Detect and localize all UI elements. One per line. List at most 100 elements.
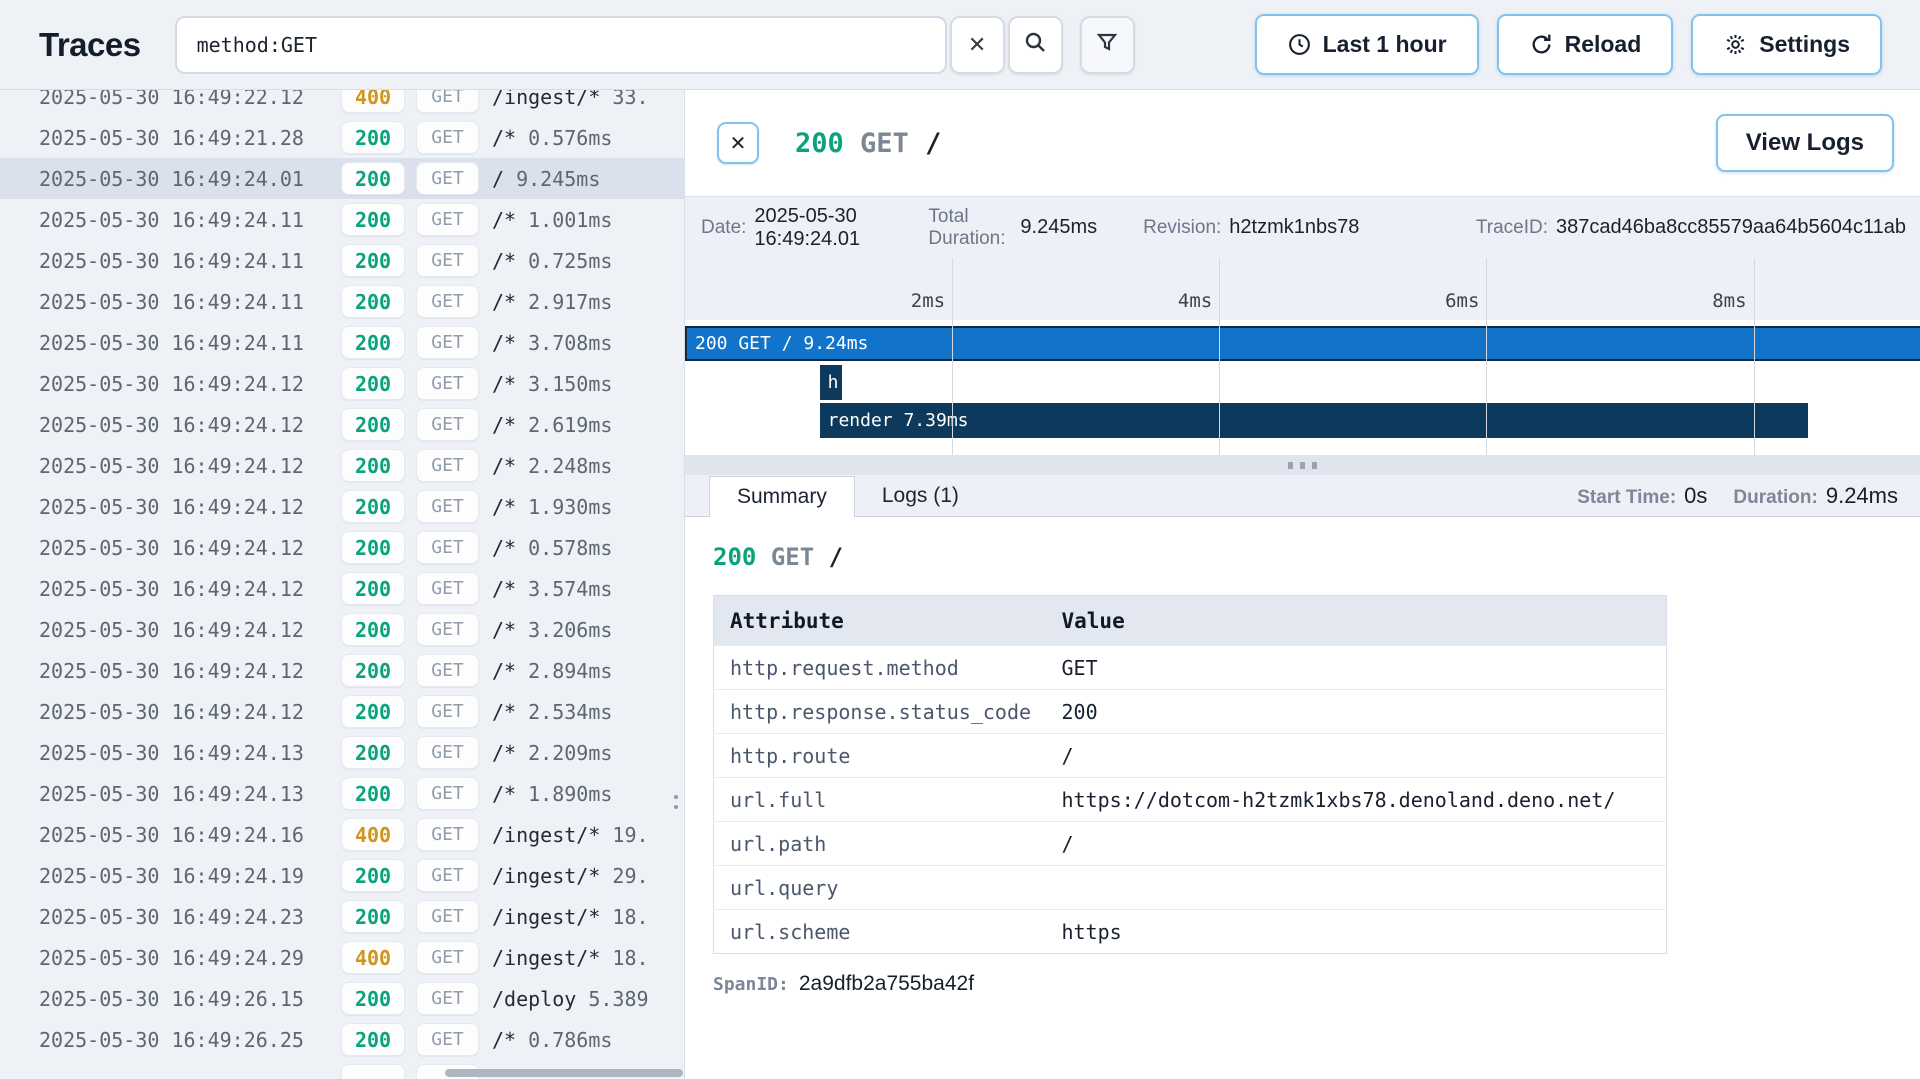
date-label: Date: — [701, 217, 746, 239]
trace-timestamp: 2025-05-30 16:49:24.12 — [39, 659, 341, 683]
revision-label: Revision: — [1143, 217, 1221, 239]
panel-resize-handle[interactable] — [674, 795, 678, 809]
method-badge: GET — [416, 695, 479, 728]
trace-row[interactable]: 2025-05-30 16:49:24.13200GET/* 1.890ms — [0, 773, 684, 814]
trace-row[interactable]: 2025-05-30 16:49:24.11200GET/* 3.708ms — [0, 322, 684, 363]
trace-path: /* 3.206ms — [492, 618, 684, 642]
meta-date: Date: 2025-05-30 16:49:24.01 — [701, 205, 872, 251]
method-badge: GET — [416, 203, 479, 236]
trace-row[interactable]: 2025-05-30 16:49:24.29400GET/ingest/* 18… — [0, 937, 684, 978]
filter-button[interactable] — [1080, 16, 1135, 74]
attribute-value — [1046, 866, 1667, 910]
trace-path: /ingest/* 18. — [492, 905, 684, 929]
trace-row[interactable]: 2025-05-30 16:49:24.23200GET/ingest/* 18… — [0, 896, 684, 937]
method-badge: GET — [416, 982, 479, 1015]
trace-detail-panel: ✕ 200 GET / View Logs Date: 2025-05-30 1… — [684, 90, 1920, 1079]
settings-button[interactable]: Settings — [1691, 14, 1882, 75]
trace-path: /* 0.725ms — [492, 249, 684, 273]
status-code: 200 — [795, 128, 844, 159]
attribute-name: url.scheme — [714, 910, 1046, 954]
trace-duration: 3.574ms — [516, 577, 612, 601]
trace-timestamp: 2025-05-30 16:49:24.12 — [39, 372, 341, 396]
trace-row[interactable]: 2025-05-30 16:49:24.12200GET/* 0.578ms — [0, 527, 684, 568]
trace-row[interactable]: 2025-05-30 16:49:24.16400GET/ingest/* 19… — [0, 814, 684, 855]
trace-row[interactable]: 2025-05-30 16:49:24.11200GET/* 1.001ms — [0, 199, 684, 240]
trace-row[interactable]: 2025-05-30 16:49:24.12200GET/* 3.574ms — [0, 568, 684, 609]
trace-row[interactable]: 2025-05-30 16:49:24.13200GET/* 2.209ms — [0, 732, 684, 773]
trace-row[interactable]: 2025-05-30 16:49:24.12200GET/* 1.930ms — [0, 486, 684, 527]
date-value: 2025-05-30 16:49:24.01 — [754, 205, 872, 251]
trace-row[interactable]: 2025-05-30 16:49:24.12200GET/* 2.534ms — [0, 691, 684, 732]
total-duration-value: 9.245ms — [1020, 216, 1097, 239]
horizontal-scrollbar[interactable] — [445, 1069, 683, 1077]
value-column-header: Value — [1046, 596, 1667, 646]
method-badge: GET — [416, 162, 479, 195]
total-duration-label: Total Duration: — [928, 206, 1012, 250]
timeline-resize-handle[interactable] — [685, 455, 1920, 475]
toolbar-buttons: Last 1 hour Reload Settings — [1255, 14, 1882, 75]
time-range-button[interactable]: Last 1 hour — [1255, 14, 1479, 75]
trace-path: /* 0.786ms — [492, 1028, 684, 1052]
meta-trace-id: TraceID: 387cad46ba8cc85579aa64b5604c11a… — [1476, 216, 1906, 239]
trace-path: /* 0.576ms — [492, 126, 684, 150]
trace-row[interactable]: 2025-05-30 16:49:24.12200GET/* 2.248ms — [0, 445, 684, 486]
trace-row[interactable]: 2025-05-30 16:49:24.12200GET/* 3.150ms — [0, 363, 684, 404]
summary-content: 200 GET / Attribute Value http.request.m… — [685, 517, 1920, 1079]
clock-icon — [1287, 32, 1312, 57]
table-row: http.route/ — [714, 734, 1667, 778]
trace-duration: 2.209ms — [516, 741, 612, 765]
status-badge: 200 — [341, 695, 405, 728]
trace-id-value: 387cad46ba8cc85579aa64b5604c11ab — [1556, 216, 1906, 239]
trace-row[interactable]: 2025-05-30 16:49:24.12200GET/* 2.894ms — [0, 650, 684, 691]
method-badge: GET — [416, 531, 479, 564]
search-input[interactable] — [177, 18, 945, 72]
trace-timestamp: 2025-05-30 16:49:24.13 — [39, 782, 341, 806]
tab-summary[interactable]: Summary — [709, 476, 855, 517]
reload-button[interactable]: Reload — [1497, 14, 1674, 75]
status-badge: 200 — [341, 777, 405, 810]
search-button[interactable] — [1008, 16, 1063, 74]
trace-timestamp: 2025-05-30 16:49:24.12 — [39, 700, 341, 724]
trace-row[interactable]: 2025-05-30 16:49:22.12400GET/ingest/* 33… — [0, 90, 684, 117]
method-badge: GET — [416, 326, 479, 359]
trace-row[interactable]: 2025-05-30 16:49:24.19200GET/ingest/* 29… — [0, 855, 684, 896]
span-id-value: 2a9dfb2a755ba42f — [799, 972, 974, 996]
status-badge: 200 — [341, 900, 405, 933]
attribute-value: / — [1046, 734, 1667, 778]
trace-row[interactable]: 2025-05-30 16:49:24.12200GET/* 2.619ms — [0, 404, 684, 445]
trace-row[interactable]: 2025-05-30 16:49:24.11200GET/* 0.725ms — [0, 240, 684, 281]
trace-path: /* 2.209ms — [492, 741, 684, 765]
trace-path: /* 3.150ms — [492, 372, 684, 396]
status-badge: 200 — [341, 244, 405, 277]
span-bar[interactable]: render 7.39ms — [820, 403, 1808, 438]
http-method: GET — [860, 128, 909, 159]
trace-duration: 29. — [600, 864, 648, 888]
trace-duration: 1.930ms — [516, 495, 612, 519]
span-bar[interactable]: 200 GET / 9.24ms — [685, 326, 1920, 361]
trace-row[interactable]: 2025-05-30 16:49:24.12200GET/* 3.206ms — [0, 609, 684, 650]
trace-duration: 0.786ms — [516, 1028, 612, 1052]
clear-search-button[interactable]: ✕ — [950, 16, 1005, 74]
tab-logs[interactable]: Logs (1) — [855, 476, 986, 516]
trace-row[interactable]: 2025-05-30 16:49:24.01200GET/ 9.245ms — [0, 158, 684, 199]
timeline-spans: 200 GET / 9.24ms hrender 7.39ms — [685, 320, 1920, 455]
span-id-label: SpanID: — [713, 974, 789, 995]
trace-timestamp: 2025-05-30 16:49:26.15 — [39, 987, 341, 1011]
close-detail-button[interactable]: ✕ — [717, 122, 759, 164]
trace-row[interactable]: 2025-05-30 16:49:26.15200GET/deploy 5.38… — [0, 978, 684, 1019]
trace-duration: 0.725ms — [516, 249, 612, 273]
trace-timestamp: 2025-05-30 16:49:24.13 — [39, 741, 341, 765]
method-badge: GET — [416, 613, 479, 646]
trace-row[interactable]: 2025-05-30 16:49:26.25200GET/* 0.786ms — [0, 1019, 684, 1060]
span-bar[interactable]: h — [820, 365, 842, 400]
trace-timestamp: 2025-05-30 16:49:24.11 — [39, 249, 341, 273]
status-badge: 200 — [341, 326, 405, 359]
status-badge: 200 — [341, 859, 405, 892]
view-logs-button[interactable]: View Logs — [1716, 114, 1894, 172]
trace-path: /* 1.890ms — [492, 782, 684, 806]
trace-row[interactable]: 2025-05-30 16:49:21.28200GET/* 0.576ms — [0, 117, 684, 158]
status-badge: 400 — [341, 90, 405, 113]
timeline-gridline — [1219, 258, 1220, 455]
trace-duration: 18. — [600, 946, 648, 970]
trace-row[interactable]: 2025-05-30 16:49:24.11200GET/* 2.917ms — [0, 281, 684, 322]
